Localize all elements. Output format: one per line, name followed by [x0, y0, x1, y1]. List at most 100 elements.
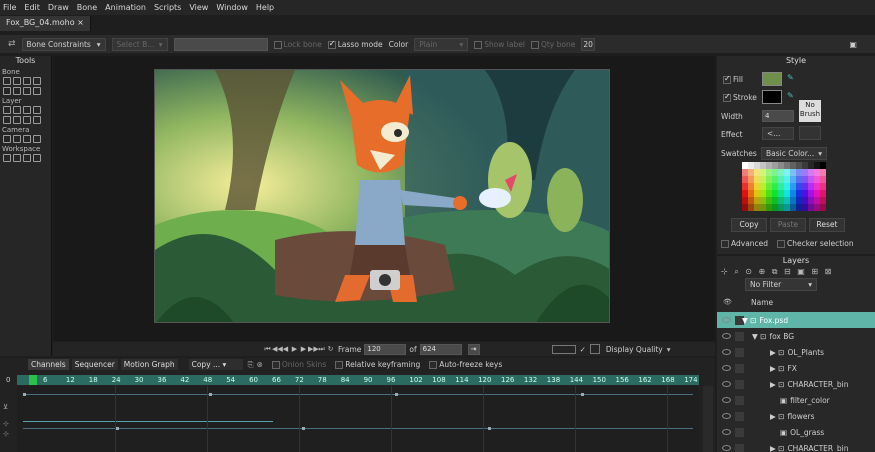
menu-view[interactable]: View [189, 3, 208, 12]
keyframe-marker[interactable] [302, 427, 305, 430]
keyframe-marker[interactable] [488, 427, 491, 430]
keyframe-marker[interactable] [395, 393, 398, 396]
text-tool-icon[interactable] [23, 116, 31, 124]
tab-sequencer[interactable]: Sequencer [71, 359, 118, 370]
palette-swatch[interactable] [820, 169, 826, 176]
palette-swatch[interactable] [820, 176, 826, 183]
eye-icon[interactable] [722, 445, 731, 451]
chevron-down-icon[interactable]: ▾ [667, 345, 671, 354]
hand-tool-icon[interactable] [3, 154, 11, 162]
qty-bone-checkbox[interactable] [530, 40, 539, 49]
palette-swatch[interactable] [820, 197, 826, 204]
playhead[interactable] [29, 375, 37, 385]
swatches-dropdown[interactable]: Basic Color... ▾ [761, 147, 827, 160]
track-camera-icon[interactable] [3, 135, 11, 143]
layer-expand-icon[interactable]: ▶ ⊡ [770, 412, 784, 421]
layer-row[interactable]: ▶ ⊡ FX [717, 360, 875, 376]
layer-expand-icon[interactable]: ▼ ⊡ [742, 316, 756, 325]
stroke-eyedropper-icon[interactable]: ✎ [787, 91, 794, 100]
copy-style-button[interactable]: Copy [731, 218, 767, 232]
next-frame-icon[interactable]: ▶ [299, 345, 308, 354]
shear-layer-icon[interactable] [13, 116, 21, 124]
eye-icon[interactable] [722, 381, 731, 387]
delete-keys-icon[interactable]: ⊗ [257, 360, 263, 369]
eye-icon[interactable] [722, 429, 731, 435]
lasso-mode-option[interactable]: Lasso mode [327, 39, 383, 49]
add-bone-icon[interactable] [3, 87, 11, 95]
manipulate-bones-icon[interactable] [33, 87, 41, 95]
no-brush-button[interactable]: No Brush [799, 100, 821, 122]
copy-dropdown[interactable]: Copy ... ▾ [188, 359, 243, 370]
next-key-icon[interactable]: ▶▶ [308, 345, 319, 354]
auto-freeze-option[interactable]: Auto-freeze keys [429, 360, 502, 369]
fill-eyedropper-icon[interactable]: ✎ [787, 73, 794, 82]
fill-color-swatch[interactable] [762, 72, 782, 86]
view-mode-icon[interactable] [551, 344, 576, 354]
zoom-workspace-icon[interactable] [13, 154, 21, 162]
layer-expand-icon[interactable]: ▶ ⊡ [770, 348, 784, 357]
palette-swatch[interactable] [820, 162, 826, 169]
first-frame-icon[interactable]: ⏮ [263, 345, 272, 354]
show-label-checkbox[interactable] [474, 40, 483, 49]
width-input[interactable]: 4 [762, 110, 794, 122]
layer-expand-icon[interactable]: ▶ ⊡ [770, 380, 784, 389]
onion-skins-checkbox[interactable] [271, 361, 280, 369]
layer-row[interactable]: ▶ ⊡ OL_Plants [717, 344, 875, 360]
effect-dropdown[interactable]: <... [762, 127, 794, 140]
timeline-ruler[interactable]: 6 12 18 24 30 36 42 48 54 60 66 72 78 84 90 96 102 108 114… [17, 375, 699, 385]
prev-frame-icon[interactable]: ◀ [281, 345, 290, 354]
color-dropdown[interactable]: Plain ▾ [414, 37, 469, 51]
check-icon[interactable]: ✓ [580, 345, 586, 354]
timeline-tracks[interactable] [17, 386, 699, 452]
set-origin-icon[interactable] [3, 106, 11, 114]
menu-edit[interactable]: Edit [24, 3, 40, 12]
fill-checkbox[interactable] [723, 74, 731, 84]
palette-swatch[interactable] [820, 183, 826, 190]
tab-motion-graph[interactable]: Motion Graph [120, 359, 178, 370]
loop-icon[interactable]: ↻ [326, 345, 335, 354]
translate-layer-icon[interactable] [13, 106, 21, 114]
lock-bone-option[interactable]: Lock bone [273, 40, 322, 49]
rotate-bone-icon[interactable] [33, 77, 41, 85]
menu-animation[interactable]: Animation [105, 3, 146, 12]
scale-bone-icon[interactable] [23, 77, 31, 85]
menu-draw[interactable]: Draw [48, 3, 69, 12]
show-label-option[interactable]: Show label [474, 40, 525, 49]
eye-icon[interactable] [722, 349, 731, 355]
bone-name-input[interactable] [173, 37, 268, 51]
relative-keyframing-checkbox[interactable] [335, 361, 344, 369]
layer-expand-icon[interactable]: ▼ ⊡ [752, 332, 766, 341]
menu-bone[interactable]: Bone [77, 3, 97, 12]
stroke-option[interactable]: Stroke [723, 92, 757, 102]
scale-layer-icon[interactable] [23, 106, 31, 114]
last-frame-icon[interactable]: ⏭ [317, 345, 326, 354]
roll-camera-icon[interactable] [23, 135, 31, 143]
menu-help[interactable]: Help [256, 3, 274, 12]
eye-icon[interactable] [722, 413, 731, 419]
bone-constraints-dropdown[interactable]: Bone Constraints ▾ [21, 37, 106, 51]
select-bone-icon[interactable] [3, 77, 11, 85]
prev-key-icon[interactable]: ◀◀ [272, 345, 283, 354]
onion-skins-option[interactable]: Onion Skins [271, 360, 326, 369]
eyedropper-icon[interactable] [33, 116, 41, 124]
palette-swatch[interactable] [820, 204, 826, 211]
paste-style-button[interactable]: Paste [770, 218, 806, 232]
menu-scripts[interactable]: Scripts [154, 3, 181, 12]
layer-row[interactable]: ▼ ⊡ Fox.psd [717, 312, 875, 328]
pan-tilt-camera-icon[interactable] [33, 135, 41, 143]
document-tab[interactable]: Fox_BG_04.moho × [0, 16, 91, 31]
select-bone-dropdown[interactable]: Select B... ▾ [111, 37, 168, 51]
display-quality-label[interactable]: Display Quality [606, 345, 663, 354]
panel-toggle-icon[interactable]: ▣ [849, 40, 857, 49]
total-frames-input[interactable]: 624 [419, 343, 462, 355]
rotate-layer-icon[interactable] [33, 106, 41, 114]
layer-row[interactable]: ▣ filter_color [717, 392, 875, 408]
eye-icon[interactable] [722, 333, 731, 339]
effect-options-button[interactable] [799, 126, 821, 140]
bone-strength-icon[interactable] [23, 87, 31, 95]
translate-bone-icon[interactable] [13, 77, 21, 85]
layer-expand-icon[interactable]: ▶ ⊡ [770, 364, 784, 373]
stroke-color-swatch[interactable] [762, 90, 782, 104]
keyframe-marker[interactable] [581, 393, 584, 396]
grid-toggle-icon[interactable] [589, 344, 600, 354]
